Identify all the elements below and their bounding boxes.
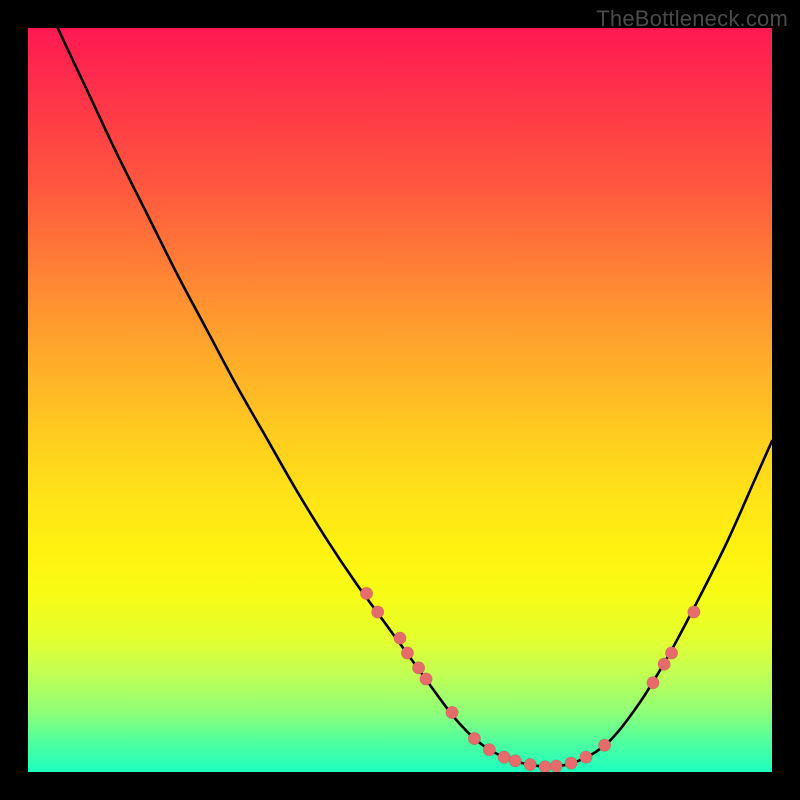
data-point [468, 732, 480, 744]
watermark-text: TheBottleneck.com [596, 6, 788, 32]
chart-plot-area [28, 28, 772, 772]
data-point [420, 673, 432, 685]
data-point [688, 606, 700, 618]
data-point [498, 751, 510, 763]
bottleneck-curve [28, 28, 772, 767]
chart-svg [28, 28, 772, 772]
data-point [647, 677, 659, 689]
data-point [446, 706, 458, 718]
data-point [360, 587, 372, 599]
data-point [658, 658, 670, 670]
data-point [401, 647, 413, 659]
data-point [580, 751, 592, 763]
data-point [371, 606, 383, 618]
data-point [665, 647, 677, 659]
data-point [565, 757, 577, 769]
data-point [598, 739, 610, 751]
data-point-markers [360, 587, 700, 772]
data-point [412, 662, 424, 674]
data-point [483, 743, 495, 755]
data-point [394, 632, 406, 644]
data-point [509, 755, 521, 767]
data-point [539, 761, 551, 772]
data-point [524, 758, 536, 770]
data-point [550, 760, 562, 772]
